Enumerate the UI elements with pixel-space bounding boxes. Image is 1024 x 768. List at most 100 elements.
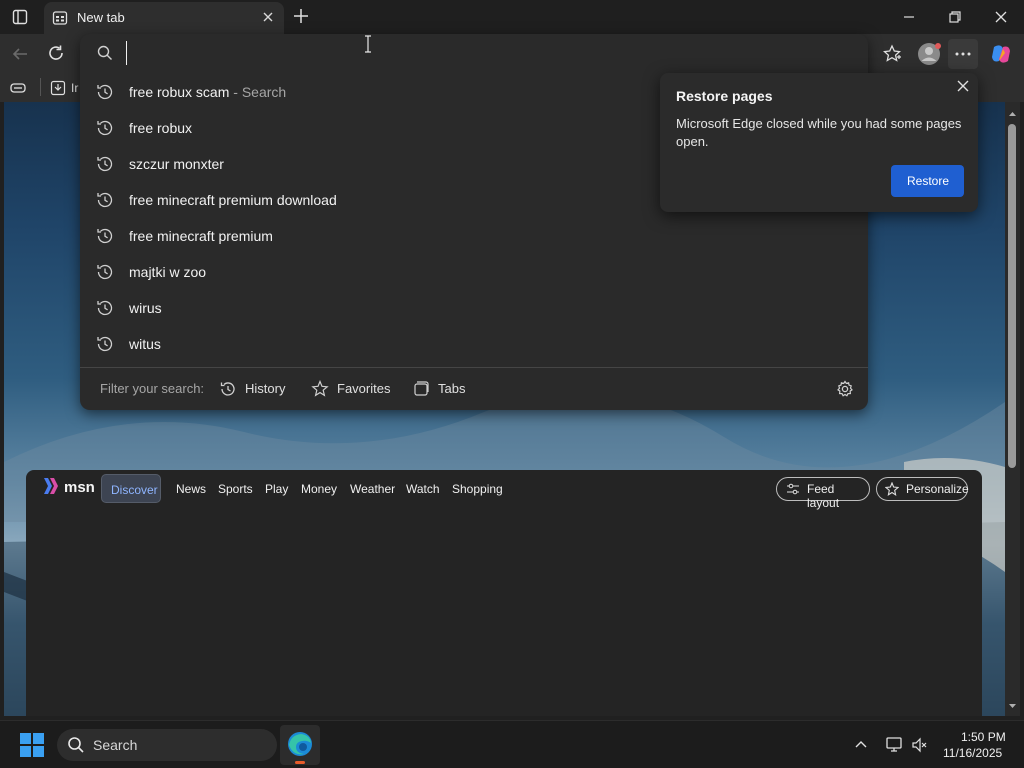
show-hidden-icons-chevron-icon[interactable] — [854, 738, 868, 750]
edge-browser-icon — [288, 732, 312, 756]
network-monitor-icon[interactable] — [885, 736, 903, 754]
history-clock-icon — [95, 154, 115, 174]
restore-dialog-body: Microsoft Edge closed while you had some… — [676, 116, 962, 149]
address-input[interactable] — [126, 41, 846, 65]
suggestion-text: witus — [129, 336, 161, 352]
suggestion-query: free robux — [129, 120, 193, 136]
taskbar-time[interactable]: 1:50 PM — [961, 730, 1006, 744]
windows-taskbar: Search 1:50 PM 11/16/2025 — [0, 720, 1024, 768]
personalize-button[interactable]: Personalize — [876, 477, 969, 501]
filter-label: Filter your search: — [100, 381, 205, 396]
collections-icon[interactable] — [10, 81, 26, 95]
suggestion-item[interactable]: majtki w zoo — [80, 254, 868, 290]
scrollbar-thumb[interactable] — [1008, 124, 1016, 468]
copilot-icon[interactable] — [990, 43, 1012, 65]
filter-favorites-label: Favorites — [337, 381, 391, 396]
msn-tab-sports[interactable]: Sports — [218, 482, 253, 496]
msn-tab-label: Discover — [111, 483, 158, 497]
scroll-up-icon — [1009, 112, 1016, 116]
running-indicator — [295, 761, 305, 764]
suggestion-item[interactable]: free minecraft premium — [80, 218, 868, 254]
new-tab-page-icon — [52, 10, 68, 26]
refresh-icon[interactable] — [47, 44, 65, 62]
history-clock-icon — [95, 298, 115, 318]
filter-history-button[interactable]: History — [219, 378, 289, 400]
title-bar: New tab — [0, 0, 1024, 34]
feed-layout-label: Feed layout — [807, 482, 840, 510]
history-clock-icon — [95, 262, 115, 282]
filter-favorites-button[interactable]: Favorites — [311, 378, 391, 400]
history-clock-icon — [95, 226, 115, 246]
minimize-icon[interactable] — [902, 10, 916, 24]
filter-tabs-button[interactable]: Tabs — [412, 378, 472, 400]
filter-history-label: History — [245, 381, 286, 396]
close-tab-icon[interactable] — [262, 11, 274, 23]
feed-layout-button[interactable]: Feed layout — [776, 477, 870, 510]
suggestion-text: szczur monxter — [129, 156, 224, 172]
new-tab-plus-icon[interactable] — [293, 8, 309, 24]
suggestion-text: majtki w zoo — [129, 264, 206, 280]
taskbar-search-label: Search — [93, 737, 138, 753]
text-cursor-icon — [362, 35, 374, 53]
suggestion-item[interactable]: witus — [80, 326, 868, 362]
search-settings-gear-icon[interactable] — [836, 380, 854, 398]
suggestion-query: szczur monxter — [129, 156, 224, 172]
msn-logo-icon[interactable] — [42, 476, 62, 496]
history-clock-icon — [95, 190, 115, 210]
restore-button[interactable]: Restore — [891, 165, 964, 197]
scroll-down-icon — [1009, 704, 1016, 708]
msn-logo-text[interactable]: msn — [64, 479, 95, 496]
msn-tab-watch[interactable]: Watch — [406, 482, 440, 496]
favorites-star-icon[interactable] — [882, 44, 902, 64]
dropdown-divider — [80, 367, 868, 368]
taskbar-search-icon — [68, 737, 84, 753]
taskbar-search-box[interactable]: Search — [57, 729, 277, 761]
taskbar-date[interactable]: 11/16/2025 — [943, 746, 1002, 760]
sparkle-star-icon — [885, 482, 899, 496]
suggestion-query: witus — [129, 336, 161, 352]
back-icon[interactable] — [11, 45, 29, 63]
tab-actions-icon[interactable] — [12, 9, 28, 25]
filter-tabs-label: Tabs — [438, 381, 466, 396]
settings-more-button[interactable] — [948, 39, 978, 69]
suggestion-text: free robux — [129, 120, 192, 136]
msn-tab-money[interactable]: Money — [301, 482, 337, 496]
import-favorites-icon[interactable] — [50, 80, 66, 96]
suggestion-item[interactable]: wirus — [80, 290, 868, 326]
history-clock-icon — [95, 334, 115, 354]
suggestion-query: wirus — [129, 300, 162, 316]
msn-tab-discover[interactable]: Discover — [101, 474, 161, 503]
suggestion-query: free minecraft premium — [129, 228, 273, 244]
favbar-divider — [40, 78, 41, 96]
suggestion-text: free minecraft premium download — [129, 192, 337, 208]
msn-tab-weather[interactable]: Weather — [350, 482, 395, 496]
restore-pages-dialog: Restore pages Microsoft Edge closed whil… — [660, 73, 978, 212]
history-icon — [220, 382, 235, 396]
suggestion-text: free robux scam - Search — [129, 84, 286, 100]
msn-tab-play[interactable]: Play — [265, 482, 288, 496]
profile-avatar[interactable] — [917, 41, 943, 67]
suggestion-query: free robux scam — [129, 84, 230, 100]
taskbar-edge-app[interactable] — [280, 725, 320, 765]
msn-tab-news[interactable]: News — [176, 482, 206, 496]
suggestion-hint: - Search — [233, 84, 287, 100]
close-dialog-icon[interactable] — [956, 79, 970, 93]
tabs-icon — [414, 381, 429, 396]
volume-muted-icon[interactable] — [911, 736, 929, 754]
more-dots-icon — [955, 52, 971, 56]
suggestion-query: free minecraft premium download — [129, 192, 337, 208]
restore-button-label: Restore — [907, 174, 950, 188]
personalize-label: Personalize — [906, 482, 969, 496]
history-clock-icon — [95, 118, 115, 138]
favorites-item-label[interactable]: Ir — [71, 81, 78, 95]
windows-start-icon[interactable] — [20, 733, 44, 757]
sliders-icon — [787, 483, 799, 495]
tab-title: New tab — [77, 10, 125, 25]
close-window-icon[interactable] — [994, 10, 1008, 24]
restore-dialog-title: Restore pages — [676, 88, 773, 104]
suggestion-text: free minecraft premium — [129, 228, 273, 244]
search-icon — [97, 45, 113, 61]
msn-tab-shopping[interactable]: Shopping — [452, 482, 503, 496]
restore-window-icon[interactable] — [948, 10, 962, 24]
tab-new-tab[interactable]: New tab — [44, 2, 284, 34]
